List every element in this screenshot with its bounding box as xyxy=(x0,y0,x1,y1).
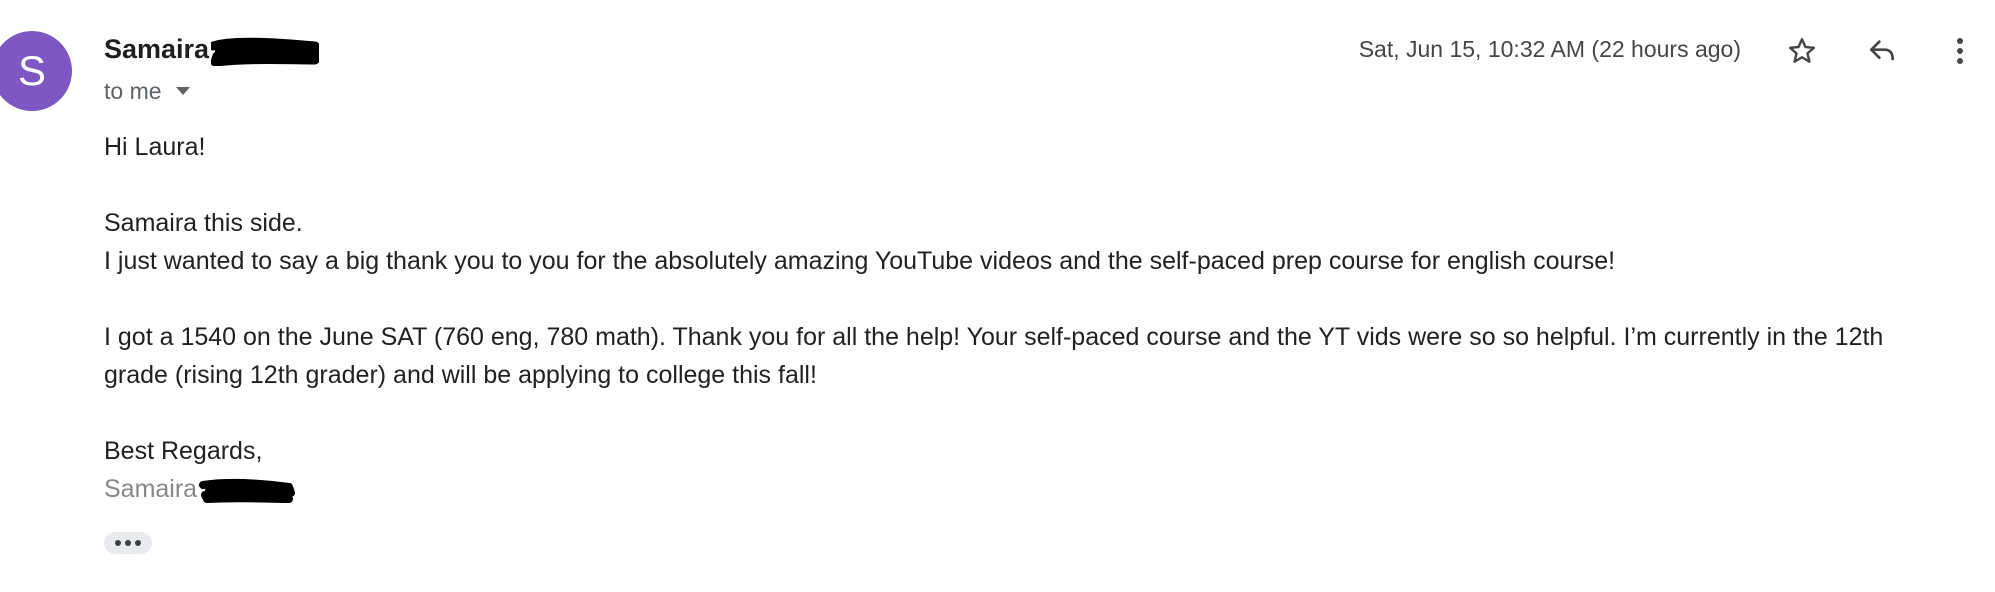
dot xyxy=(135,540,141,546)
sender-header: Samaira xyxy=(104,30,320,68)
chevron-down-icon[interactable] xyxy=(175,87,190,95)
body-line: Samaira this side. xyxy=(104,209,303,237)
sender-name[interactable]: Samaira xyxy=(104,34,209,65)
more-options-button[interactable] xyxy=(1942,31,1978,71)
recipient-label: to me xyxy=(104,77,162,104)
star-button[interactable] xyxy=(1782,31,1822,71)
closing-line: Best Regards, xyxy=(104,437,263,465)
redaction-mark xyxy=(211,37,320,66)
dot xyxy=(125,540,131,546)
dot xyxy=(115,540,121,546)
show-trimmed-content-button[interactable] xyxy=(104,532,152,554)
recipient-row: to me xyxy=(104,76,190,106)
signature: Samaira xyxy=(104,470,1984,508)
star-outline-icon xyxy=(1788,38,1816,63)
avatar[interactable]: S xyxy=(0,31,72,111)
email-timestamp: Sat, Jun 15, 10:32 AM (22 hours ago) xyxy=(1358,36,1741,62)
body-line: I just wanted to say a big thank you to … xyxy=(104,247,1616,275)
more-vertical-icon xyxy=(1957,38,1963,64)
greeting-line: Hi Laura! xyxy=(104,133,206,161)
email-body: Hi Laura! Samaira this side. I just want… xyxy=(104,128,1984,508)
reply-arrow-icon xyxy=(1870,40,1894,61)
redaction-mark xyxy=(199,478,296,503)
reply-button[interactable] xyxy=(1862,31,1902,71)
signature-name: Samaira xyxy=(104,475,198,503)
body-line: I got a 1540 on the June SAT (760 eng, 7… xyxy=(104,323,1884,351)
body-line: grade (rising 12th grader) and will be a… xyxy=(104,361,817,389)
